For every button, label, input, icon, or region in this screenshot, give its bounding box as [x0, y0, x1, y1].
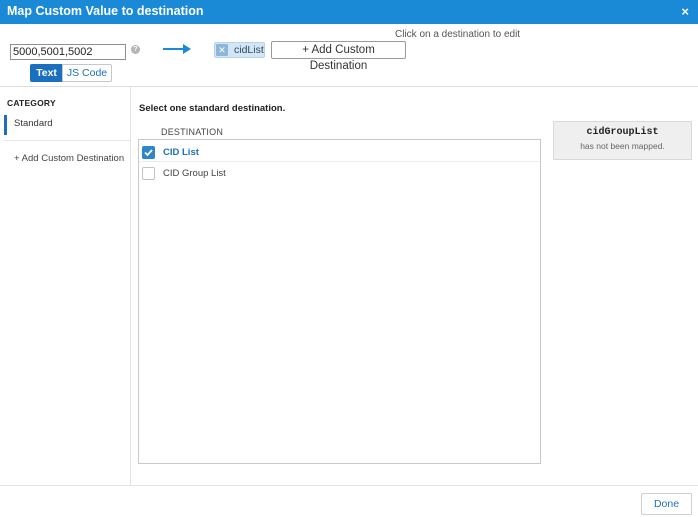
- category-heading: CATEGORY: [7, 98, 56, 108]
- dialog-footer: Done: [0, 485, 698, 517]
- sidebar-item-standard[interactable]: Standard: [4, 115, 131, 135]
- list-item[interactable]: CID List: [139, 142, 540, 162]
- done-button[interactable]: Done: [641, 493, 692, 515]
- help-icon[interactable]: ?: [131, 45, 140, 54]
- dialog-titlebar: Map Custom Value to destination ×: [0, 0, 698, 24]
- sidebar-divider: [4, 140, 131, 141]
- check-icon: [144, 149, 153, 157]
- instruction-text: Select one standard destination.: [139, 103, 286, 114]
- list-item[interactable]: CID Group List: [139, 163, 540, 183]
- info-status: has not been mapped.: [580, 141, 665, 151]
- mapped-destination-chip[interactable]: ✕ cidList: [214, 42, 265, 58]
- info-destination-name: cidGroupList: [586, 127, 659, 138]
- arrow-right-icon: [163, 44, 191, 54]
- unmapped-info-panel: cidGroupList has not been mapped.: [553, 121, 692, 160]
- dialog-title: Map Custom Value to destination: [7, 4, 204, 18]
- tab-text[interactable]: Text: [30, 64, 63, 82]
- checkbox-unchecked[interactable]: [142, 167, 155, 180]
- checkbox-checked[interactable]: [142, 146, 155, 159]
- add-custom-destination-button[interactable]: + Add Custom Destination: [271, 41, 406, 72]
- destination-label[interactable]: CID List: [163, 147, 199, 158]
- destination-list: CID List CID Group List: [138, 139, 541, 464]
- remove-chip-icon[interactable]: ✕: [216, 44, 228, 56]
- tab-js-code[interactable]: JS Code: [62, 64, 112, 82]
- category-sidebar: CATEGORY Standard + Add Custom Destinati…: [0, 87, 131, 485]
- close-icon[interactable]: ×: [681, 4, 689, 19]
- sidebar-item-label: Standard: [14, 118, 53, 129]
- sidebar-add-custom-destination[interactable]: + Add Custom Destination: [14, 153, 124, 164]
- custom-value-input[interactable]: [10, 44, 126, 60]
- chip-label: cidList: [234, 44, 264, 56]
- edit-hint: Click on a destination to edit: [395, 29, 521, 40]
- column-header-destination: DESTINATION: [161, 127, 224, 137]
- destination-label[interactable]: CID Group List: [163, 168, 226, 179]
